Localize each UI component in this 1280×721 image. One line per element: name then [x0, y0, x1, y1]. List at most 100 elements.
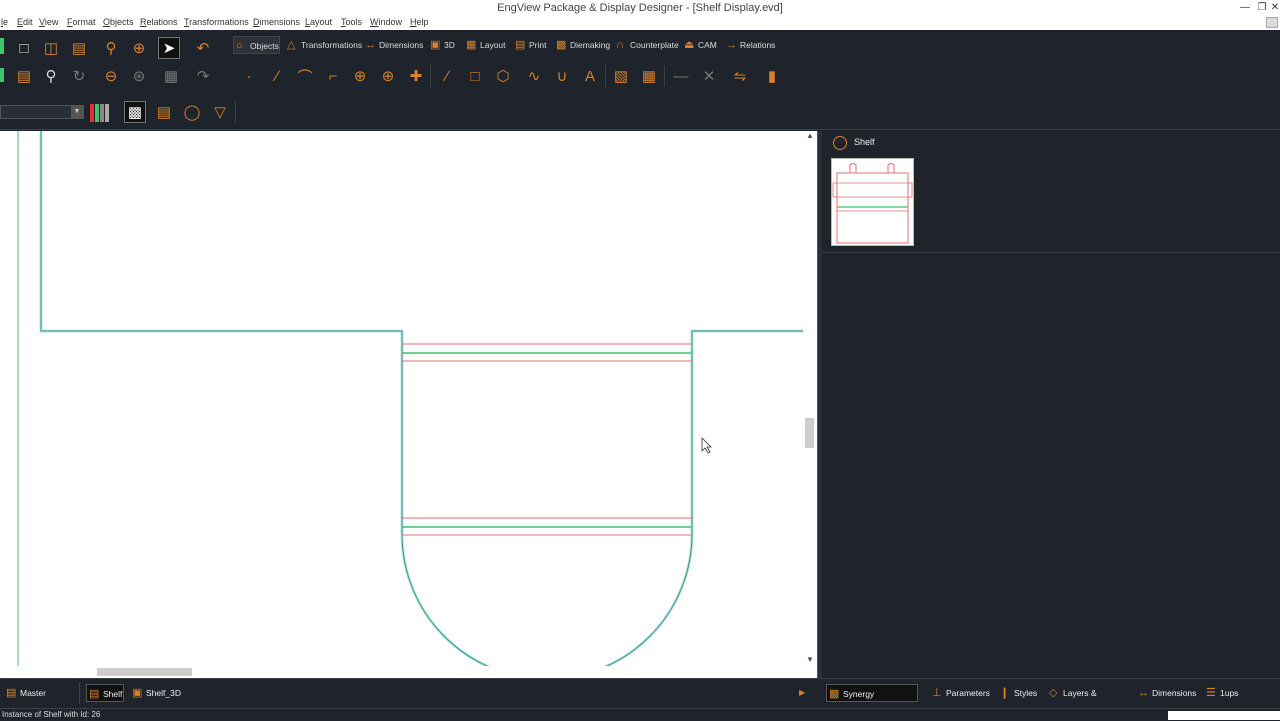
vertical-scrollbar[interactable]: ▲ ▼: [803, 131, 817, 666]
barcode-icon[interactable]: ▮: [761, 65, 783, 87]
scroll-down-icon[interactable]: ▼: [806, 655, 814, 664]
filter-icon[interactable]: ▽: [209, 101, 231, 123]
tab-print[interactable]: ▤ Print: [513, 36, 549, 54]
tab-dimensions[interactable]: ↔ Dimensions: [363, 36, 423, 54]
shelf-radio-icon[interactable]: [833, 136, 847, 150]
color-layers-icon[interactable]: [90, 102, 116, 124]
drawing-canvas[interactable]: [0, 131, 803, 666]
spline-icon[interactable]: ∿: [523, 65, 545, 87]
menu-help[interactable]: Help: [410, 17, 429, 27]
grid-icon[interactable]: ▦: [160, 65, 182, 87]
vertical-scroll-thumb[interactable]: [805, 418, 814, 448]
tab-counterplate[interactable]: ∩ Counterplate: [614, 36, 679, 54]
tab-diemaking[interactable]: ▩ Diemaking: [554, 36, 610, 54]
tab-dimensions-panel[interactable]: ↔ Dimensions: [1136, 684, 1196, 702]
menu-objects[interactable]: Objects: [103, 17, 134, 27]
arc-icon[interactable]: ⌒: [294, 65, 316, 87]
status-bar: Instance of Shelf with Id: 26: [0, 708, 1280, 720]
select-pointer-icon[interactable]: ➤: [158, 37, 180, 59]
print-preview-icon[interactable]: ⚲: [40, 65, 62, 87]
shelf-drawing: [17, 131, 803, 666]
menu-view[interactable]: View: [39, 17, 58, 27]
menu-edit[interactable]: Edit: [17, 17, 33, 27]
menu-tools[interactable]: Tools: [341, 17, 362, 27]
tab-transformations[interactable]: △ Transformations: [285, 36, 362, 54]
green-marker-icon: [0, 38, 4, 54]
undo-icon[interactable]: ↶: [192, 37, 214, 59]
toolbar-divider: [430, 65, 431, 87]
tab-objects[interactable]: ○ Objects: [233, 36, 280, 54]
1ups-icon: ☰: [1206, 687, 1216, 699]
tab-relations[interactable]: → Relations: [724, 36, 776, 54]
tab-1ups[interactable]: ☰ 1ups: [1204, 684, 1238, 702]
point-icon[interactable]: ·: [238, 65, 260, 87]
tab-styles[interactable]: ❙ Styles: [998, 684, 1037, 702]
tab-cam[interactable]: ⏏ CAM: [682, 36, 718, 54]
zoom-window-icon[interactable]: ⊛: [128, 65, 150, 87]
save-icon[interactable]: ▤: [68, 37, 90, 59]
image-icon[interactable]: ▦: [638, 65, 660, 87]
window-title: EngView Package & Display Designer - [Sh…: [497, 2, 783, 14]
menu-relations[interactable]: Relations: [140, 17, 178, 27]
tab-objects-label: Objects: [250, 41, 279, 51]
tab-shelf[interactable]: ▤ Shelf: [86, 684, 124, 702]
relations-tab-icon: →: [726, 39, 737, 51]
u-shape-icon[interactable]: ∪: [551, 65, 573, 87]
dashed-frame-icon[interactable]: ▤: [153, 101, 175, 123]
tab-layers-objects[interactable]: ◇Layers & Objects: [1047, 684, 1121, 716]
scroll-up-icon[interactable]: ▲: [806, 131, 814, 140]
tab-synergy-components[interactable]: ▩Synergy Components: [826, 684, 918, 717]
canvas-tab-icon: ▤: [6, 687, 17, 699]
menu-layout[interactable]: Layout: [305, 17, 332, 27]
tab-master-canvas[interactable]: ▤Master Canvas: [4, 684, 74, 716]
tab-3d[interactable]: ▣ 3D: [428, 36, 458, 54]
status-text: Instance of Shelf with Id: 26: [2, 710, 101, 719]
layers-icon: ◇: [1049, 687, 1058, 699]
rectangle-icon[interactable]: □: [464, 65, 486, 87]
zoom-icon[interactable]: ⚲: [100, 37, 122, 59]
tab-cam-label: CAM: [698, 40, 717, 50]
lasso-icon[interactable]: ◯: [181, 101, 203, 123]
new-file-icon[interactable]: □: [13, 37, 35, 59]
open-folder-icon[interactable]: ◫: [40, 37, 62, 59]
close-icon[interactable]: ✕: [1268, 0, 1280, 16]
tab-shelf-3d[interactable]: ▣ Shelf_3D: [130, 684, 181, 702]
menu-format[interactable]: Format: [67, 17, 96, 27]
print-icon[interactable]: ▤: [13, 65, 35, 87]
shelf-item-label: Shelf: [854, 137, 875, 147]
horizontal-scroll-thumb[interactable]: [97, 668, 192, 676]
circle-icon[interactable]: ⊕: [349, 65, 371, 87]
tab-parameters[interactable]: ⊥ Parameters: [930, 684, 990, 702]
tab-layout[interactable]: ▦ Layout: [464, 36, 506, 54]
selection-frame-icon[interactable]: ▩: [124, 101, 146, 123]
zoom-out-icon[interactable]: ⊖: [100, 65, 122, 87]
break-icon[interactable]: ✕: [698, 65, 720, 87]
tab-scroll-right-icon[interactable]: ▶: [799, 688, 805, 697]
mdi-restore-icon[interactable]: [1266, 17, 1278, 28]
ellipse-icon[interactable]: ⊕: [377, 65, 399, 87]
tab-divider: [79, 682, 80, 704]
counterplate-tab-icon: ∩: [616, 39, 624, 51]
redo-icon[interactable]: ↷: [192, 65, 214, 87]
menu-dimensions[interactable]: Dimensions: [253, 17, 300, 27]
shelf-thumbnail[interactable]: [831, 158, 914, 246]
flip-icon[interactable]: ⇋: [729, 65, 751, 87]
trim-icon[interactable]: —: [670, 65, 692, 87]
3d-tab-icon: ▣: [430, 39, 441, 51]
parallel-lines-icon[interactable]: ∕: [436, 65, 458, 87]
menu-file[interactable]: le: [1, 17, 8, 27]
tab-relations-label: Relations: [740, 40, 776, 50]
line-icon[interactable]: ∕: [266, 65, 288, 87]
hatch-icon[interactable]: ▧: [610, 65, 632, 87]
minimize-icon[interactable]: —: [1238, 0, 1252, 16]
refresh-icon[interactable]: ↻: [68, 65, 90, 87]
restore-icon[interactable]: ❐: [1255, 0, 1269, 16]
menu-transformations[interactable]: Transformations: [184, 17, 249, 27]
layer-dropdown[interactable]: ▼: [0, 105, 84, 119]
offset-icon[interactable]: ✚: [405, 65, 427, 87]
zoom-in-icon[interactable]: ⊕: [128, 37, 150, 59]
corner-arc-icon[interactable]: ⌐: [322, 65, 344, 87]
menu-window[interactable]: Window: [370, 17, 402, 27]
polygon-icon[interactable]: ⬡: [492, 65, 514, 87]
text-icon[interactable]: A: [579, 65, 601, 87]
